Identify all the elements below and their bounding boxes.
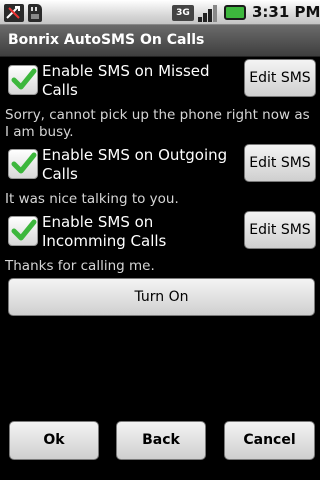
app-title: Bonrix AutoSMS On Calls bbox=[8, 32, 205, 48]
status-bar: 3G 3:31 PM bbox=[0, 0, 320, 25]
checkmark-icon bbox=[11, 68, 37, 90]
3g-icon: 3G bbox=[172, 5, 194, 21]
back-button[interactable]: Back bbox=[116, 421, 206, 460]
checkmark-icon bbox=[11, 219, 37, 241]
outgoing-calls-message: It was nice talking to you. bbox=[5, 191, 179, 207]
clock: 3:31 PM bbox=[252, 3, 320, 21]
incoming-calls-checkbox[interactable] bbox=[8, 216, 38, 246]
edit-sms-incoming-button[interactable]: Edit SMS bbox=[244, 211, 316, 249]
missed-calls-label: Enable SMS on Missed Calls bbox=[42, 62, 210, 99]
cancel-button[interactable]: Cancel bbox=[224, 421, 315, 460]
edit-sms-missed-button[interactable]: Edit SMS bbox=[244, 59, 316, 97]
turn-on-button[interactable]: Turn On bbox=[8, 278, 315, 316]
signal-icon bbox=[197, 4, 219, 22]
outgoing-calls-checkbox[interactable] bbox=[8, 149, 38, 179]
title-bar: Bonrix AutoSMS On Calls bbox=[0, 25, 320, 57]
missed-calls-checkbox[interactable] bbox=[8, 65, 38, 95]
battery-icon bbox=[224, 5, 246, 20]
sd-card-icon bbox=[28, 4, 42, 22]
incoming-calls-label: Enable SMS on Incomming Calls bbox=[42, 213, 167, 250]
option-outgoing-calls: Enable SMS on Outgoing Calls Edit SMS bbox=[0, 143, 320, 189]
incoming-calls-message: Thanks for calling me. bbox=[5, 258, 155, 274]
edit-sms-outgoing-button[interactable]: Edit SMS bbox=[244, 144, 316, 182]
outgoing-calls-label: Enable SMS on Outgoing Calls bbox=[42, 146, 228, 183]
usb-debug-icon bbox=[4, 4, 24, 22]
option-incoming-calls: Enable SMS on Incomming Calls Edit SMS bbox=[0, 210, 320, 256]
missed-calls-message: Sorry, cannot pick up the phone right no… bbox=[5, 107, 310, 140]
ok-button[interactable]: Ok bbox=[9, 421, 99, 460]
option-missed-calls: Enable SMS on Missed Calls Edit SMS bbox=[0, 59, 320, 105]
checkmark-icon bbox=[11, 152, 37, 174]
